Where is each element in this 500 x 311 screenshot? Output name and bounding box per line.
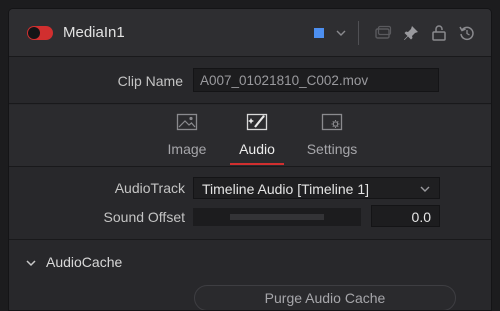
sound-offset-slider[interactable] — [193, 208, 361, 226]
settings-icon — [321, 113, 343, 131]
active-tab-indicator — [230, 163, 284, 165]
audio-cache-section: AudioCache Purge Audio Cache — [9, 241, 491, 310]
node-enable-toggle[interactable] — [27, 26, 53, 40]
audio-track-label: AudioTrack — [114, 180, 185, 196]
slider-ticks — [230, 214, 324, 220]
audio-track-value: Timeline Audio [Timeline 1] — [202, 181, 370, 197]
versions-icon[interactable] — [372, 22, 394, 44]
chevron-down-icon — [419, 183, 431, 195]
audio-cache-title[interactable]: AudioCache — [46, 254, 122, 270]
audio-controls: AudioTrack Timeline Audio [Timeline 1] S… — [9, 168, 491, 240]
tab-audio[interactable]: Audio — [222, 105, 292, 167]
clip-name-row: Clip Name A007_01021810_C002.mov — [9, 58, 491, 104]
lock-icon[interactable] — [428, 22, 450, 44]
color-swatch[interactable] — [314, 28, 324, 38]
clip-name-label: Clip Name — [117, 73, 183, 89]
clip-name-field[interactable]: A007_01021810_C002.mov — [193, 68, 439, 92]
toggle-knob — [28, 27, 40, 39]
tab-audio-label: Audio — [239, 141, 275, 157]
inspector-tabs: Image Audio Settings — [9, 105, 491, 167]
purge-audio-cache-button[interactable]: Purge Audio Cache — [194, 285, 456, 310]
tab-settings[interactable]: Settings — [292, 105, 372, 167]
sound-offset-field[interactable]: 0.0 — [371, 205, 440, 227]
tab-image[interactable]: Image — [152, 105, 222, 167]
sound-offset-label: Sound Offset — [103, 209, 185, 225]
reset-icon[interactable] — [456, 22, 478, 44]
chevron-down-icon[interactable] — [330, 22, 352, 44]
node-header: MediaIn1 — [9, 9, 491, 57]
image-icon — [176, 113, 198, 131]
pin-icon[interactable] — [400, 22, 422, 44]
header-divider — [358, 21, 359, 45]
audio-icon — [246, 113, 268, 131]
node-name: MediaIn1 — [63, 24, 125, 41]
audio-track-select[interactable]: Timeline Audio [Timeline 1] — [193, 177, 440, 199]
tab-image-label: Image — [167, 141, 207, 157]
inspector-panel: MediaIn1 Clip Name A007_01021810_C002.mo… — [8, 8, 492, 311]
tab-settings-label: Settings — [306, 141, 358, 157]
collapse-chevron-icon[interactable] — [25, 257, 37, 269]
